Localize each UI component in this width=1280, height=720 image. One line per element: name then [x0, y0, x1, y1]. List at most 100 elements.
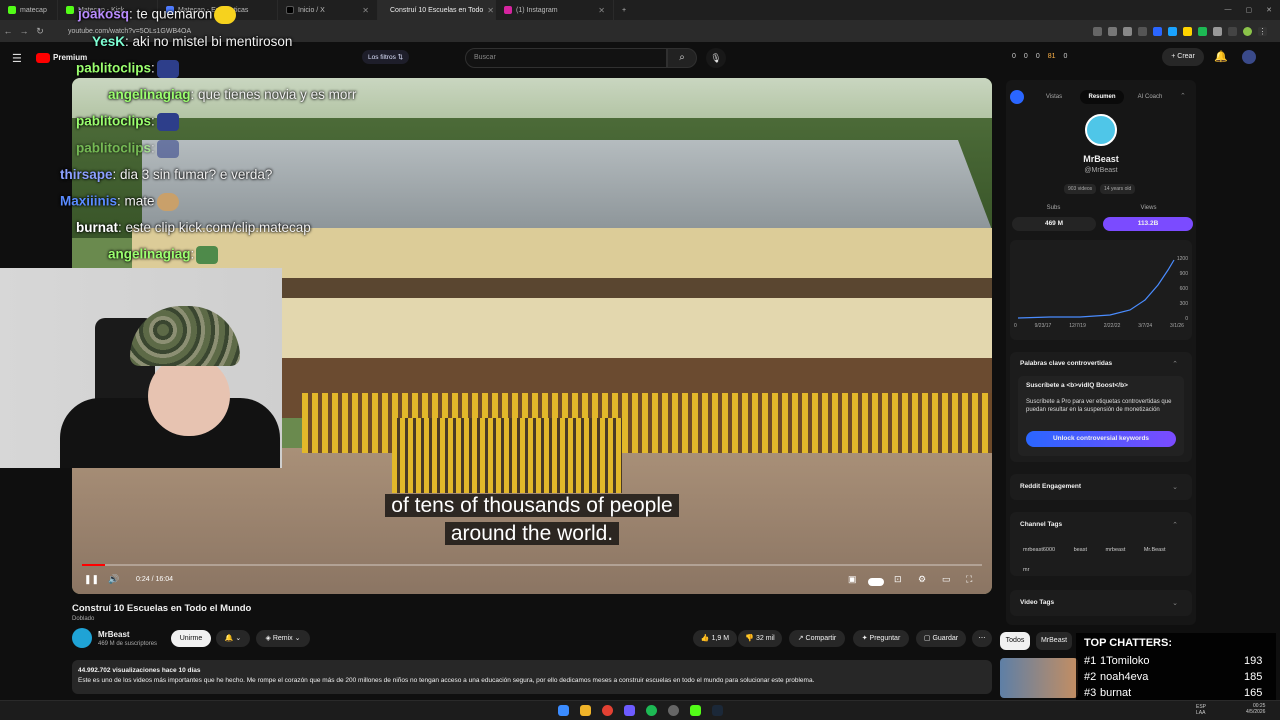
close-icon[interactable]: ✕ [362, 6, 369, 15]
chevron-up-icon[interactable]: ⌃ [1180, 92, 1186, 100]
reload-icon[interactable]: ↻ [32, 26, 48, 37]
autoplay-toggle[interactable] [868, 578, 884, 586]
create-button[interactable]: + Crear [1162, 48, 1204, 66]
chat-text: : aki no mistel bi mentiroson [125, 34, 293, 49]
captions-icon[interactable]: ⊡ [894, 574, 902, 585]
fullscreen-icon[interactable]: ⛶ [966, 574, 972, 585]
chat-message: pablitoclips: [76, 140, 179, 158]
youtube-logo-icon[interactable] [36, 53, 50, 63]
share-button[interactable]: ↗ Compartir [789, 630, 845, 647]
remix-button[interactable]: ◈ Remix ⌄ [256, 630, 310, 647]
emote-icon [156, 140, 179, 158]
star-icon[interactable] [1123, 26, 1132, 36]
tab-youtube[interactable]: Construí 10 Escuelas en Todo ✕ [378, 0, 496, 20]
sidebar-icon[interactable] [1228, 26, 1237, 36]
tag[interactable]: mrbeast6000 [1018, 544, 1060, 556]
unlock-keywords-button[interactable]: Unlock controversial keywords [1026, 431, 1176, 447]
forward-icon[interactable]: → [16, 26, 32, 36]
language-indicator[interactable]: ESP LAA [1196, 704, 1206, 716]
subs-value[interactable]: 469 M [1012, 217, 1096, 231]
reddit-card[interactable]: Reddit Engagement ⌄ [1010, 474, 1192, 500]
video-tags-card[interactable]: Video Tags ⌄ [1010, 590, 1192, 616]
emote-icon [156, 60, 179, 78]
progress-bar[interactable] [82, 564, 982, 566]
tag[interactable]: mr [1018, 564, 1034, 576]
vidiq-player-icon[interactable]: ▣ [848, 574, 857, 585]
bell-icon[interactable]: 🔔 [1214, 50, 1228, 63]
chip-all[interactable]: Todos [1000, 632, 1030, 650]
emote-icon [196, 246, 219, 264]
clock[interactable]: 00:25 4/5/2026 [1246, 703, 1265, 715]
dislike-button[interactable]: 👎 32 mil [738, 630, 782, 647]
tag[interactable]: Mr.Beast [1139, 544, 1171, 556]
chat-message: burnat: este clip kick.com/clip.matecap [76, 220, 311, 235]
kick-icon[interactable] [690, 705, 701, 716]
videos-badge: 903 videos [1064, 184, 1097, 194]
new-tab-button[interactable]: + [614, 0, 634, 20]
channel-name[interactable]: MrBeast [98, 630, 130, 639]
puzzle-icon[interactable] [1213, 26, 1222, 36]
avatar[interactable] [1242, 50, 1256, 64]
tab-x[interactable]: Inicio / X ✕ [278, 0, 378, 20]
close-icon[interactable]: ✕ [598, 6, 605, 15]
chrome-icon[interactable] [602, 705, 613, 716]
hamburger-icon[interactable]: ☰ [12, 52, 22, 65]
save-button[interactable]: ▢ Guardar [916, 630, 966, 647]
mic-icon[interactable]: 🎙 [706, 48, 726, 68]
x-icon [286, 6, 294, 14]
back-icon[interactable]: ← [0, 26, 16, 36]
tag[interactable]: mrbeast [1100, 544, 1130, 556]
recommended-thumbnail[interactable] [1000, 658, 1078, 698]
app-icon[interactable] [624, 705, 635, 716]
extension-icon[interactable] [1198, 26, 1207, 36]
search-icon[interactable]: ⌕ [667, 48, 697, 68]
cast-icon[interactable] [1093, 26, 1102, 36]
views-value[interactable]: 113.2B [1103, 217, 1193, 231]
tab-ai-coach[interactable]: AI Coach [1130, 90, 1170, 104]
vidiq-icon[interactable] [1153, 26, 1162, 36]
chevron-up-icon[interactable]: ⌃ [1172, 360, 1178, 368]
maximize-icon[interactable]: ▢ [1246, 6, 1253, 14]
extension-icon[interactable] [1168, 26, 1177, 36]
steam-icon[interactable] [712, 705, 723, 716]
filters-button[interactable]: Los filtros ⇅ [362, 50, 410, 64]
close-window-icon[interactable]: ✕ [1266, 6, 1272, 14]
minimize-icon[interactable]: — [1225, 6, 1232, 14]
tab-matecap[interactable]: matecap [0, 0, 58, 20]
menu-icon[interactable]: ⋮ [1258, 26, 1267, 36]
settings-icon[interactable]: ⚙ [918, 574, 926, 585]
vidiq-stats-bar: 0 0 0 81 0 [1012, 53, 1067, 60]
reddit-title: Reddit Engagement [1020, 483, 1082, 490]
tag[interactable]: beast [1069, 544, 1092, 556]
tab-instagram[interactable]: (1) Instagram ✕ [496, 0, 614, 20]
search-input[interactable]: Buscar [465, 48, 667, 68]
join-button[interactable]: Unirme [171, 630, 211, 647]
profile-icon[interactable] [1243, 26, 1252, 36]
eye-icon[interactable] [1108, 26, 1117, 36]
extension-icon[interactable] [1183, 26, 1192, 36]
subtitle-line-2: around the world. [444, 522, 620, 545]
spotify-icon[interactable] [646, 705, 657, 716]
like-button[interactable]: 👍 1,9 M [693, 630, 737, 647]
start-icon[interactable] [558, 705, 569, 716]
chip-mrbeast[interactable]: MrBeast [1036, 632, 1072, 650]
boost-box: Suscríbete a <b>vidIQ Boost</b> Suscríbe… [1018, 376, 1184, 456]
tab-resumen[interactable]: Resumen [1080, 90, 1124, 104]
ask-button[interactable]: ✦ Preguntar [853, 630, 909, 647]
volume-icon[interactable]: 🔊 [108, 574, 119, 585]
extension-icon[interactable] [1138, 26, 1147, 36]
pause-icon[interactable]: ❚❚ [84, 574, 99, 585]
tab-vistas[interactable]: Vistas [1036, 90, 1072, 104]
chevron-down-icon[interactable]: ⌄ [1172, 483, 1178, 491]
channel-avatar[interactable] [72, 628, 92, 648]
miniplayer-icon[interactable]: ▭ [942, 574, 951, 585]
files-icon[interactable] [580, 705, 591, 716]
close-icon[interactable]: ✕ [487, 6, 494, 15]
chevron-up-icon[interactable]: ⌃ [1172, 521, 1178, 529]
chevron-down-icon[interactable]: ⌄ [1172, 599, 1178, 607]
more-icon[interactable]: ⋯ [972, 630, 992, 647]
emote-icon [214, 6, 237, 24]
description-box[interactable]: 44.992.702 visualizaciones hace 10 días … [72, 660, 992, 694]
app-icon[interactable] [668, 705, 679, 716]
subscribed-bell-button[interactable]: 🔔 ⌄ [216, 630, 250, 647]
